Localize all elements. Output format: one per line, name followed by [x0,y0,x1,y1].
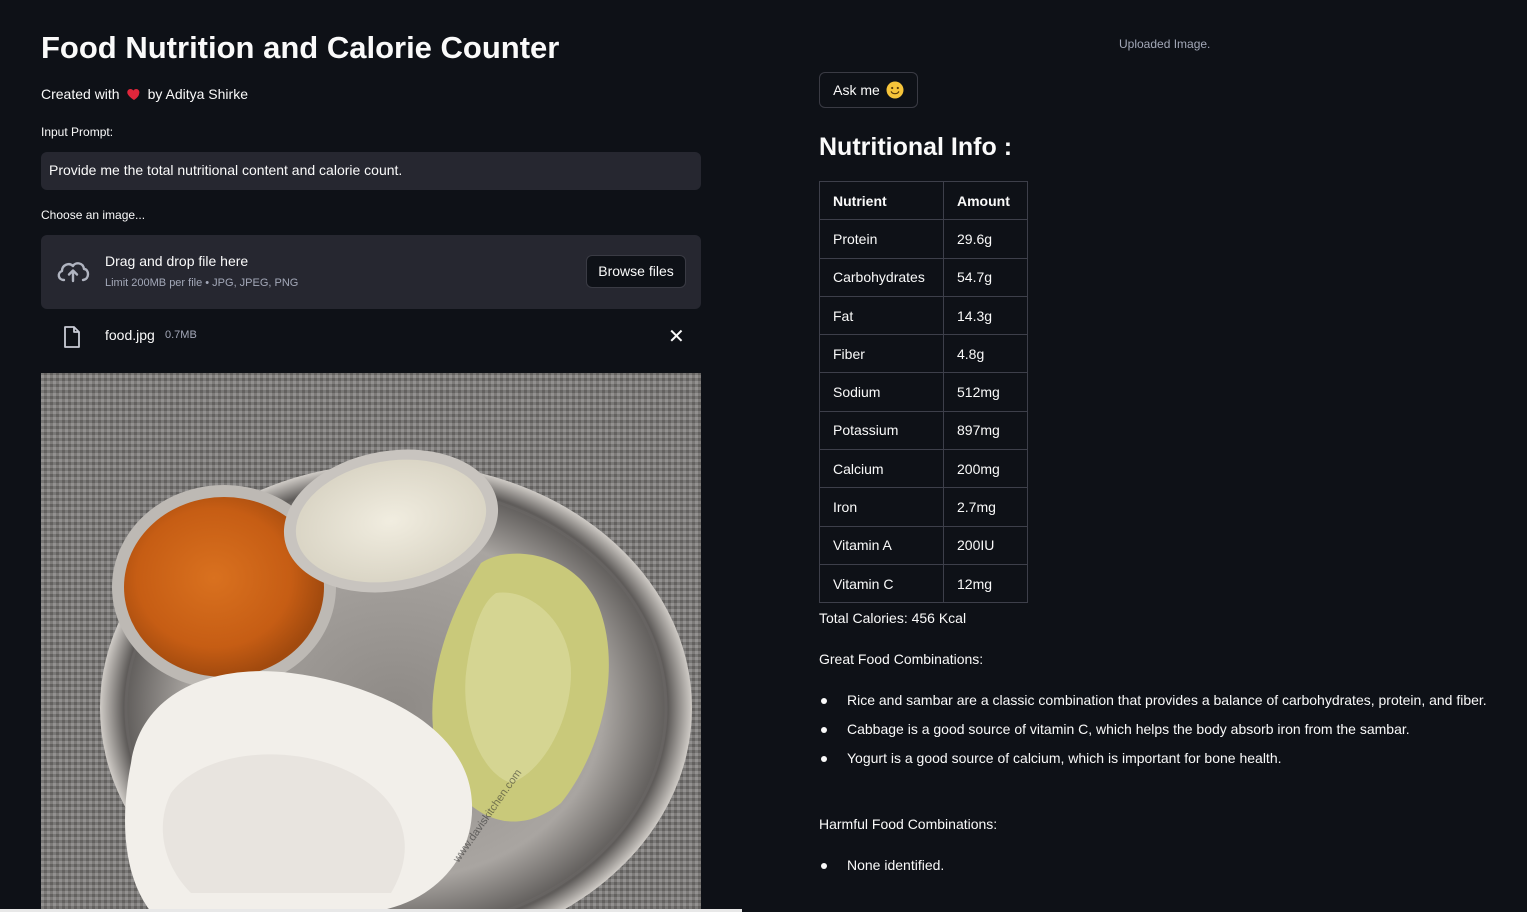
table-row: Vitamin A 200IU [819,525,1028,565]
great-combinations-heading: Great Food Combinations: [819,651,984,667]
amount-cell: 897mg [943,410,1028,451]
table-row: Fiber 4.8g [819,334,1028,374]
table-row: Calcium 200mg [819,449,1028,489]
dropzone-limit: Limit 200MB per file • JPG, JPEG, PNG [105,277,299,289]
list-item: None identified. [819,853,1509,878]
table-row: Sodium 512mg [819,372,1028,412]
nutrient-cell: Sodium [819,372,944,412]
great-combinations-list: Rice and sambar are a classic combinatio… [819,688,1509,775]
ask-me-label: Ask me [833,82,880,98]
list-item: Rice and sambar are a classic combinatio… [819,688,1509,713]
amount-cell: 12mg [943,563,1028,604]
list-item: Yogurt is a good source of calcium, whic… [819,746,1509,771]
nutrient-cell: Vitamin C [819,563,944,604]
nutritional-info-heading: Nutritional Info : [819,133,1013,161]
table-row: Carbohydrates 54.7g [819,257,1028,297]
table-row: Protein 29.6g [819,219,1028,259]
amount-cell: 200IU [943,525,1028,565]
amount-cell: 54.7g [943,257,1028,297]
nutrient-cell: Fat [819,295,944,336]
food-photo: www.daviskitchen.com [41,373,701,912]
table-row: Iron 2.7mg [819,487,1028,527]
heart-icon [126,89,139,100]
harmful-combinations-list: None identified. [819,853,1509,882]
harmful-combinations-heading: Harmful Food Combinations: [819,816,998,832]
nutrient-cell: Protein [819,219,944,259]
file-dropzone[interactable]: Drag and drop file here Limit 200MB per … [41,235,701,309]
food-photo-illustration [100,449,692,912]
browse-files-button[interactable]: Browse files [586,255,686,288]
amount-cell: 4.8g [943,334,1028,374]
uploaded-file-row: food.jpg 0.7MB ✕ [41,318,701,354]
nutrient-cell: Iron [819,487,944,527]
credit-line: Created with by Aditya Shirke [41,86,248,102]
prompt-input[interactable]: Provide me the total nutritional content… [41,152,701,190]
amount-cell: 512mg [943,372,1028,412]
smile-emoji-icon [886,81,904,99]
amount-cell: 200mg [943,449,1028,489]
uploader-label: Choose an image... [41,208,146,222]
cloud-upload-icon [57,262,90,283]
file-size: 0.7MB [165,329,197,341]
table-row: Vitamin C 12mg [819,563,1028,604]
table-row: Potassium 897mg [819,410,1028,451]
ask-me-button[interactable]: Ask me [819,72,918,108]
column-header-amount: Amount [943,180,1028,221]
amount-cell: 14.3g [943,295,1028,336]
nutrient-cell: Fiber [819,334,944,374]
nutrient-cell: Vitamin A [819,525,944,565]
file-name: food.jpg [105,327,155,343]
page-title: Food Nutrition and Calorie Counter [41,30,560,65]
table-header-row: Nutrient Amount [819,180,1028,221]
amount-cell: 2.7mg [943,487,1028,527]
total-calories: Total Calories: 456 Kcal [819,610,967,626]
nutrient-cell: Calcium [819,449,944,489]
close-icon[interactable]: ✕ [668,324,685,349]
table-row: Fat 14.3g [819,295,1028,336]
credit-prefix: Created with [41,86,120,102]
column-header-nutrient: Nutrient [819,180,944,221]
credit-suffix: by Aditya Shirke [147,86,248,102]
file-icon [64,326,80,348]
prompt-label: Input Prompt: [41,125,114,139]
nutrient-cell: Carbohydrates [819,257,944,297]
dropzone-text: Drag and drop file here [105,253,249,269]
nutrient-cell: Potassium [819,410,944,451]
nutrition-table: Nutrient Amount Protein 29.6g Carbohydrat… [819,180,1028,604]
list-item: Cabbage is a good source of vitamin C, w… [819,717,1509,742]
image-caption: Uploaded Image. [1119,37,1211,51]
amount-cell: 29.6g [943,219,1028,259]
